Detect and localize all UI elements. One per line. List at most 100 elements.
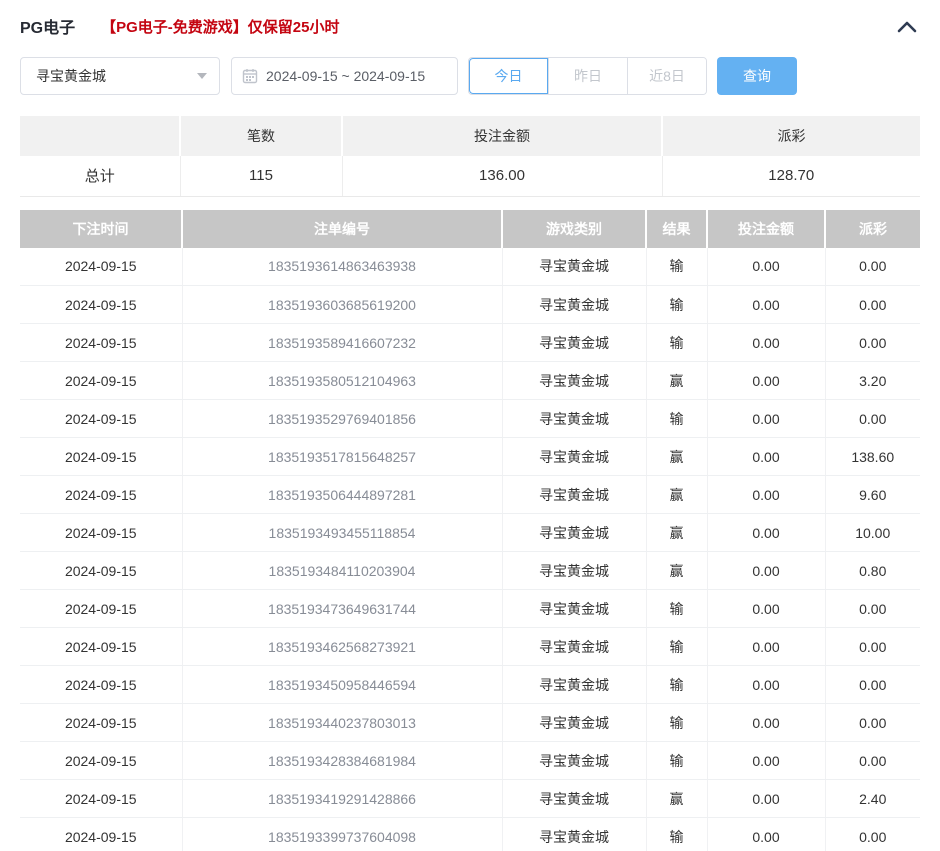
collapse-button[interactable] <box>894 15 920 37</box>
cell-result: 赢 <box>646 514 707 552</box>
cell-result: 赢 <box>646 552 707 590</box>
cell-order-id: 1835193419291428866 <box>182 780 502 818</box>
summary-total-row: 总计 115 136.00 128.70 <box>20 156 920 196</box>
cell-order-id: 1835193473649631744 <box>182 590 502 628</box>
table-row: 2024-09-15 1835193529769401856 寻宝黄金城 输 0… <box>20 400 920 438</box>
quick-range-yesterday[interactable]: 昨日 <box>548 58 627 94</box>
cell-bet-time: 2024-09-15 <box>20 590 182 628</box>
table-row: 2024-09-15 1835193399737604098 寻宝黄金城 输 0… <box>20 818 920 851</box>
chevron-up-icon <box>897 20 917 33</box>
cell-order-id: 1835193614863463938 <box>182 248 502 286</box>
cell-game-type: 寻宝黄金城 <box>502 362 646 400</box>
records-header-row: 下注时间 注单编号 游戏类别 结果 投注金额 派彩 <box>20 210 920 248</box>
cell-result: 输 <box>646 818 707 851</box>
cell-payout: 0.00 <box>825 400 920 438</box>
cell-result: 赢 <box>646 780 707 818</box>
cell-game-type: 寻宝黄金城 <box>502 742 646 780</box>
cell-bet-amount: 0.00 <box>707 286 825 324</box>
cell-bet-amount: 0.00 <box>707 514 825 552</box>
summary-total-amount: 136.00 <box>342 156 662 196</box>
cell-bet-time: 2024-09-15 <box>20 248 182 286</box>
cell-order-id: 1835193506444897281 <box>182 476 502 514</box>
cell-game-type: 寻宝黄金城 <box>502 666 646 704</box>
summary-col-count: 笔数 <box>180 116 342 156</box>
table-row: 2024-09-15 1835193517815648257 寻宝黄金城 赢 0… <box>20 438 920 476</box>
cell-payout: 10.00 <box>825 514 920 552</box>
quick-range-last8days[interactable]: 近8日 <box>627 58 706 94</box>
cell-payout: 3.20 <box>825 362 920 400</box>
pg-records-panel: PG电子 【PG电子-免费游戏】仅保留25小时 寻宝黄金城 2024-09-15… <box>0 13 940 851</box>
cell-result: 输 <box>646 400 707 438</box>
cell-payout: 2.40 <box>825 780 920 818</box>
summary-table: 笔数 投注金额 派彩 总计 115 136.00 128.70 <box>20 116 920 197</box>
cell-payout: 0.00 <box>825 666 920 704</box>
cell-game-type: 寻宝黄金城 <box>502 324 646 362</box>
summary-total-payout: 128.70 <box>662 156 920 196</box>
table-row: 2024-09-15 1835193580512104963 寻宝黄金城 赢 0… <box>20 362 920 400</box>
cell-order-id: 1835193493455118854 <box>182 514 502 552</box>
cell-order-id: 1835193428384681984 <box>182 742 502 780</box>
cell-game-type: 寻宝黄金城 <box>502 780 646 818</box>
game-select[interactable]: 寻宝黄金城 <box>20 57 220 95</box>
summary-col-blank <box>20 116 180 156</box>
calendar-icon <box>242 68 258 84</box>
cell-result: 输 <box>646 248 707 286</box>
cell-bet-time: 2024-09-15 <box>20 704 182 742</box>
cell-bet-amount: 0.00 <box>707 704 825 742</box>
quick-range-today[interactable]: 今日 <box>469 58 548 94</box>
records-tbody: 2024-09-15 1835193614863463938 寻宝黄金城 输 0… <box>20 248 920 851</box>
cell-game-type: 寻宝黄金城 <box>502 590 646 628</box>
cell-bet-amount: 0.00 <box>707 666 825 704</box>
cell-payout: 0.00 <box>825 590 920 628</box>
date-range-value: 2024-09-15 ~ 2024-09-15 <box>266 68 425 84</box>
cell-order-id: 1835193462568273921 <box>182 628 502 666</box>
filter-bar: 寻宝黄金城 2024-09-15 ~ 2024-09-15 今日 昨日 近8日 … <box>20 57 920 95</box>
cell-game-type: 寻宝黄金城 <box>502 400 646 438</box>
cell-bet-amount: 0.00 <box>707 552 825 590</box>
summary-col-payout: 派彩 <box>662 116 920 156</box>
cell-payout: 0.00 <box>825 704 920 742</box>
search-button[interactable]: 查询 <box>717 57 797 95</box>
cell-result: 赢 <box>646 362 707 400</box>
col-order-id: 注单编号 <box>182 210 502 248</box>
cell-bet-amount: 0.00 <box>707 818 825 851</box>
cell-result: 赢 <box>646 476 707 514</box>
cell-result: 输 <box>646 666 707 704</box>
cell-bet-time: 2024-09-15 <box>20 552 182 590</box>
cell-game-type: 寻宝黄金城 <box>502 704 646 742</box>
cell-payout: 0.00 <box>825 818 920 851</box>
cell-payout: 0.00 <box>825 248 920 286</box>
cell-order-id: 1835193589416607232 <box>182 324 502 362</box>
cell-bet-time: 2024-09-15 <box>20 438 182 476</box>
cell-bet-time: 2024-09-15 <box>20 780 182 818</box>
cell-payout: 9.60 <box>825 476 920 514</box>
cell-bet-time: 2024-09-15 <box>20 324 182 362</box>
cell-bet-time: 2024-09-15 <box>20 400 182 438</box>
cell-bet-amount: 0.00 <box>707 248 825 286</box>
date-range-picker[interactable]: 2024-09-15 ~ 2024-09-15 <box>231 57 458 95</box>
cell-bet-amount: 0.00 <box>707 476 825 514</box>
cell-payout: 0.00 <box>825 742 920 780</box>
cell-game-type: 寻宝黄金城 <box>502 476 646 514</box>
cell-result: 输 <box>646 742 707 780</box>
cell-bet-amount: 0.00 <box>707 780 825 818</box>
table-row: 2024-09-15 1835193589416607232 寻宝黄金城 输 0… <box>20 324 920 362</box>
cell-bet-amount: 0.00 <box>707 628 825 666</box>
table-row: 2024-09-15 1835193614863463938 寻宝黄金城 输 0… <box>20 248 920 286</box>
col-result: 结果 <box>646 210 707 248</box>
table-row: 2024-09-15 1835193506444897281 寻宝黄金城 赢 0… <box>20 476 920 514</box>
cell-game-type: 寻宝黄金城 <box>502 286 646 324</box>
cell-bet-amount: 0.00 <box>707 400 825 438</box>
col-bet-time: 下注时间 <box>20 210 182 248</box>
cell-result: 输 <box>646 628 707 666</box>
table-row: 2024-09-15 1835193440237803013 寻宝黄金城 输 0… <box>20 704 920 742</box>
cell-order-id: 1835193529769401856 <box>182 400 502 438</box>
cell-bet-amount: 0.00 <box>707 324 825 362</box>
col-bet-amount: 投注金额 <box>707 210 825 248</box>
cell-result: 输 <box>646 590 707 628</box>
cell-bet-time: 2024-09-15 <box>20 514 182 552</box>
cell-game-type: 寻宝黄金城 <box>502 438 646 476</box>
cell-bet-time: 2024-09-15 <box>20 818 182 851</box>
quick-range-group: 今日 昨日 近8日 <box>468 57 707 95</box>
cell-bet-amount: 0.00 <box>707 742 825 780</box>
